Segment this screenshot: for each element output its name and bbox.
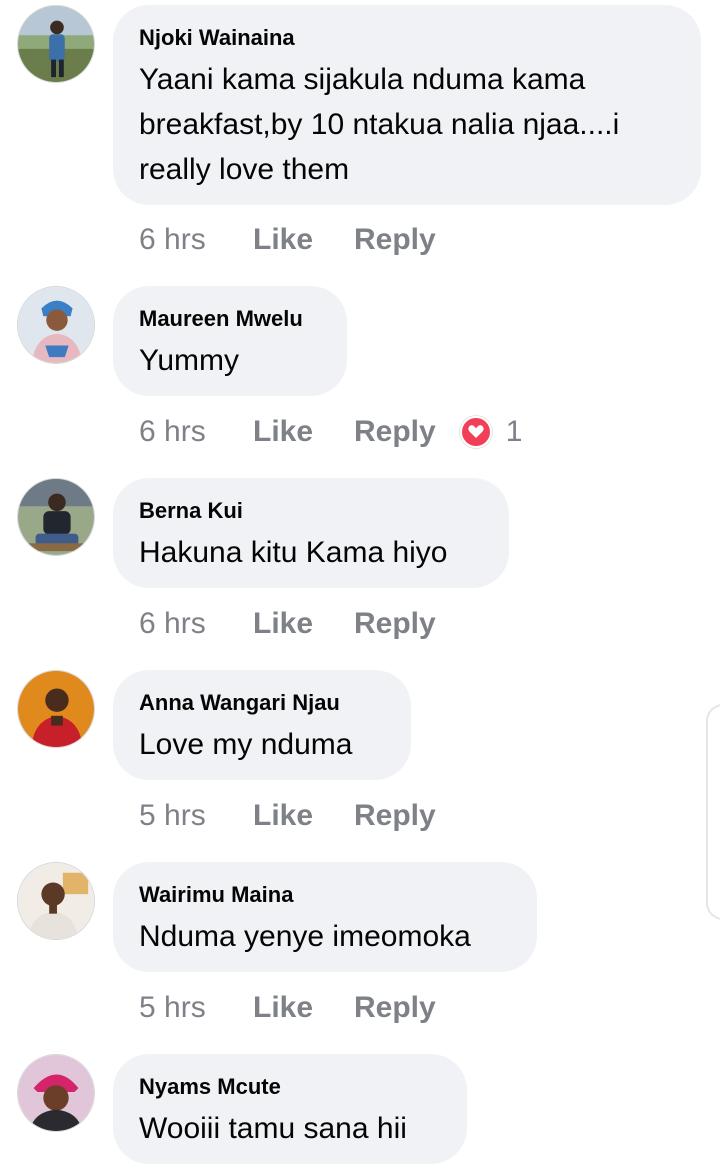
comment-bubble: Njoki Wainaina Yaani kama sijakula nduma… [113,5,701,205]
avatar[interactable] [17,862,95,940]
comment-author[interactable]: Wairimu Maina [139,882,511,908]
comment-timestamp[interactable]: 5 hrs [139,991,253,1025]
comment-actions: 5 hrs Like Reply [139,796,436,836]
comment-text-line: Wooiii tamu sana hii [139,1112,407,1145]
scroll-edge-panel[interactable] [706,704,720,920]
reaction-count: 1 [505,415,523,448]
comment-text-line: Nduma yenye imeomoka [139,920,471,953]
heart-icon [468,425,484,438]
avatar[interactable] [17,1054,95,1132]
comment-timestamp[interactable]: 5 hrs [139,799,253,833]
like-button[interactable]: Like [253,415,354,449]
heart-reaction-icon [459,416,492,448]
avatar[interactable] [17,478,95,556]
comment-actions: 6 hrs Like Reply [139,220,436,260]
comment-bubble: Nyams Mcute Wooiii tamu sana hii [113,1054,467,1164]
comment-timestamp[interactable]: 6 hrs [139,415,253,449]
avatar[interactable] [17,5,95,83]
comment-author[interactable]: Njoki Wainaina [139,25,675,51]
comment-text-line: Love my nduma [139,728,353,761]
avatar[interactable] [17,670,95,748]
comment-actions: 6 hrs Like Reply 1 [139,412,522,452]
profile-photo [18,863,94,939]
comment-author[interactable]: Berna Kui [139,498,483,524]
comment-timestamp[interactable]: 6 hrs [139,223,253,257]
like-button[interactable]: Like [253,799,354,833]
comment-author[interactable]: Anna Wangari Njau [139,690,385,716]
reply-button[interactable]: Reply [354,991,436,1025]
reply-button[interactable]: Reply [354,415,436,449]
avatar[interactable] [17,286,95,364]
comment-text-line: breakfast,by 10 ntakua nalia njaa....i [139,108,620,141]
reply-button[interactable]: Reply [354,799,436,833]
profile-photo [18,479,94,555]
profile-photo [18,671,94,747]
comment-timestamp[interactable]: 6 hrs [139,607,253,641]
like-button[interactable]: Like [253,607,354,641]
comment-actions: 5 hrs Like Reply [139,988,436,1028]
comment-text-line: Yummy [139,344,240,377]
like-button[interactable]: Like [253,223,354,257]
comment-bubble: Anna Wangari Njau Love my nduma [113,670,411,780]
profile-photo [18,287,94,363]
comment-author[interactable]: Nyams Mcute [139,1074,441,1100]
reply-button[interactable]: Reply [354,607,436,641]
comment-author[interactable]: Maureen Mwelu [139,306,321,332]
comment-text-line: really love them [139,153,350,186]
comment-bubble: Berna Kui Hakuna kitu Kama hiyo [113,478,509,588]
reaction-summary[interactable]: 1 [459,415,523,449]
comment-text-line: Yaani kama sijakula nduma kama [139,63,586,96]
comment-bubble: Maureen Mwelu Yummy [113,286,347,396]
reply-button[interactable]: Reply [354,223,436,257]
like-button[interactable]: Like [253,991,354,1025]
comment-actions: 6 hrs Like Reply [139,604,436,644]
comment-bubble: Wairimu Maina Nduma yenye imeomoka [113,862,537,972]
profile-photo [18,1055,94,1131]
comment-text-line: Hakuna kitu Kama hiyo [139,536,448,569]
profile-photo [18,6,94,82]
